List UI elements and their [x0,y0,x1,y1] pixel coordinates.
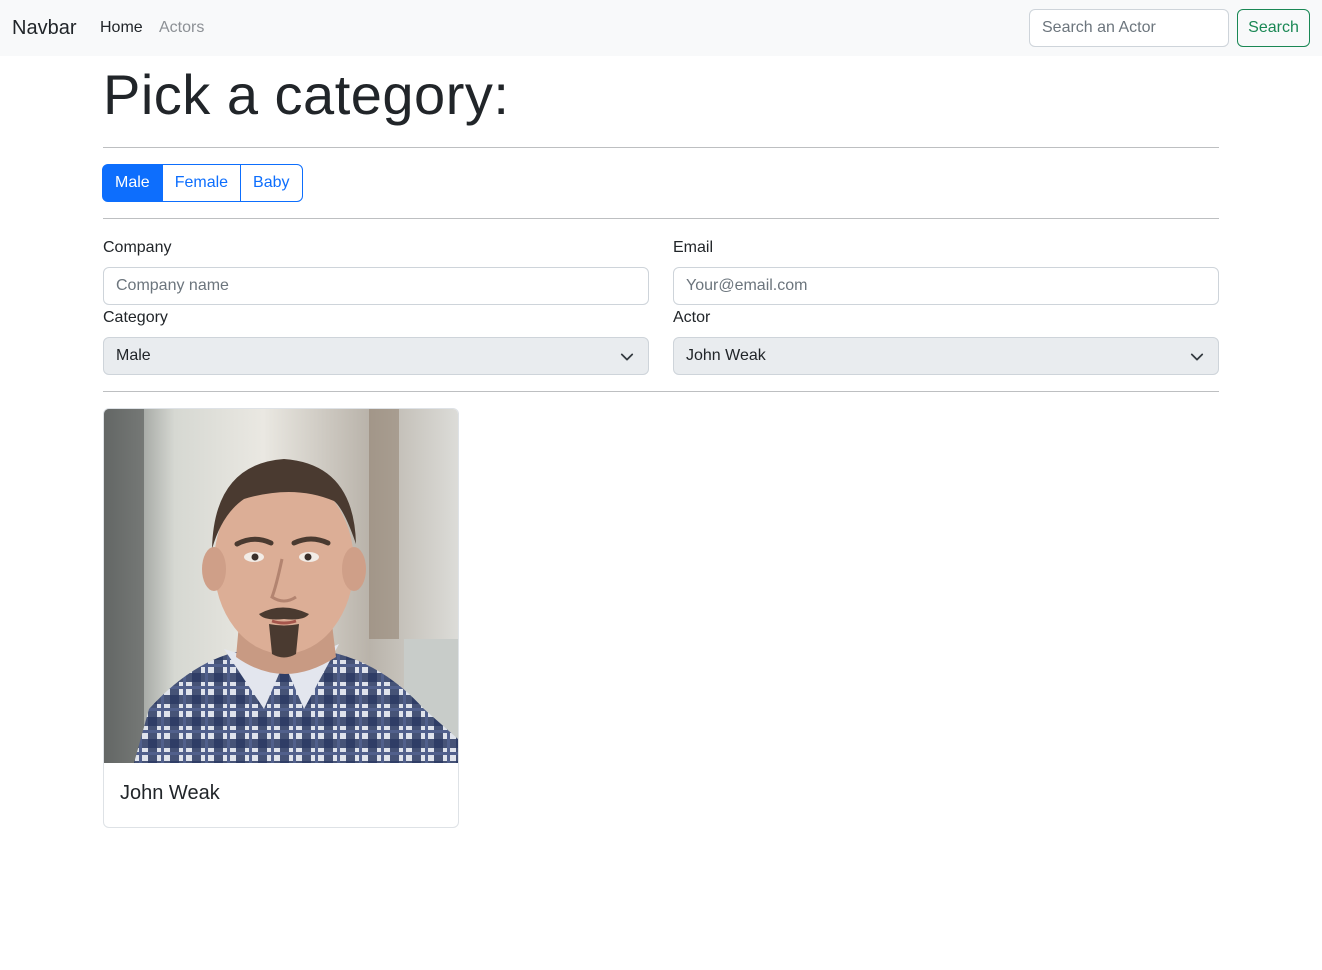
category-label: Category [103,309,168,326]
divider [103,147,1219,148]
email-input[interactable]: Your@email.com [673,267,1219,305]
nav-link-actors[interactable]: Actors [159,18,204,38]
divider [103,391,1219,392]
actor-select[interactable]: John Weak [673,337,1219,375]
nav-link-home[interactable]: Home [100,18,143,38]
chevron-down-icon [1190,353,1204,361]
category-button-male[interactable]: Male [102,164,163,202]
search-button[interactable]: Search [1237,9,1310,47]
category-button-group: Male Female Baby [102,164,303,202]
company-label: Company [103,239,172,256]
search-input[interactable]: Search an Actor [1029,9,1229,47]
category-button-female[interactable]: Female [161,164,242,202]
actor-label: Actor [673,309,711,326]
actor-card-name: John Weak [120,782,220,804]
actor-portrait-image [104,409,458,763]
navbar-brand[interactable]: Navbar [12,15,76,41]
actor-select-value: John Weak [686,347,766,364]
page-title: Pick a category: [103,63,510,126]
chevron-down-icon [620,353,634,361]
company-input[interactable]: Company name [103,267,649,305]
navbar: Navbar Home Actors Search an Actor Searc… [0,0,1322,56]
category-button-baby[interactable]: Baby [240,164,303,202]
divider [103,218,1219,219]
actor-photo [104,409,458,763]
email-label: Email [673,239,714,256]
category-select-value: Male [116,347,151,364]
category-select[interactable]: Male [103,337,649,375]
actor-card[interactable]: John Weak [103,408,459,828]
